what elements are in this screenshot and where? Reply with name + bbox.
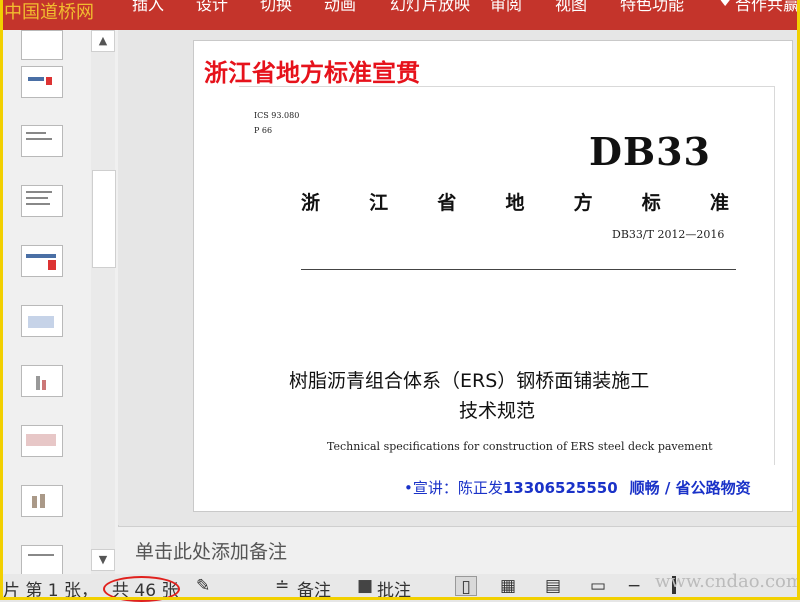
highlight-frame: [0, 0, 800, 600]
